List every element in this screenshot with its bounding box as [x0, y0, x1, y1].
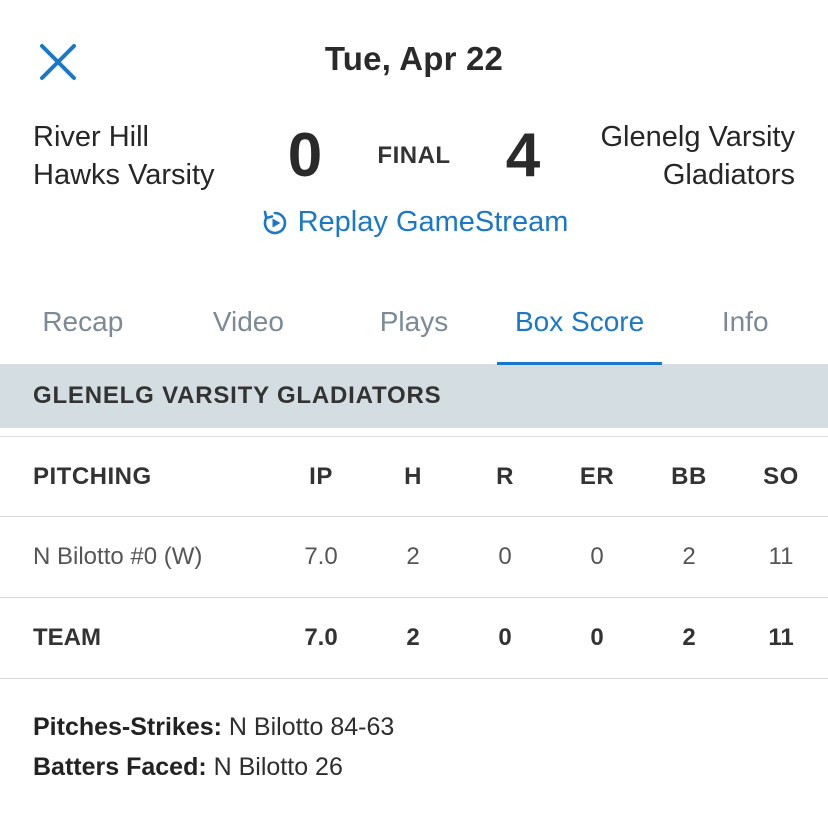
note-value: N Bilotto 84-63 [221, 713, 395, 741]
note-batters-faced: Batters Faced: N Bilotto 26 [33, 747, 394, 787]
team-h: 2 [406, 624, 420, 651]
team-section-header: GLENELG VARSITY GLADIATORS [0, 365, 828, 428]
cell-ip: 7.0 [304, 543, 338, 570]
team-label: TEAM [33, 624, 101, 651]
tab-box-score[interactable]: Box Score [496, 290, 663, 365]
tab-bar: Recap Video Plays Box Score Info [0, 290, 828, 365]
note-value: N Bilotto 26 [206, 753, 343, 781]
home-team-name[interactable]: Glenelg Varsity Gladiators [545, 118, 796, 194]
cell-r: 0 [498, 543, 512, 570]
column-header-bb: BB [671, 463, 707, 490]
away-team-name[interactable]: River Hill Hawks Varsity [33, 118, 258, 194]
column-header-pitching: PITCHING [33, 463, 152, 490]
tab-video[interactable]: Video [166, 290, 332, 364]
table-header-row: PITCHING IP H R ER BB SO [0, 437, 828, 517]
tab-info[interactable]: Info [662, 290, 828, 364]
home-team-line2: Gladiators [662, 159, 795, 191]
team-er: 0 [590, 624, 604, 651]
cell-so: 11 [768, 543, 794, 570]
player-name: N Bilotto #0 (W) [33, 543, 203, 570]
away-team-line2: Hawks Varsity [33, 159, 215, 191]
note-pitches-strikes: Pitches-Strikes: N Bilotto 84-63 [33, 707, 394, 747]
note-label: Pitches-Strikes: [33, 713, 222, 741]
away-team-line1: River Hill [33, 121, 149, 153]
replay-label: Replay GameStream [297, 206, 569, 238]
game-date: Tue, Apr 22 [324, 40, 504, 77]
team-bb: 2 [682, 624, 696, 651]
home-score: 4 [505, 121, 541, 190]
tab-plays[interactable]: Plays [331, 290, 497, 364]
replay-icon [260, 208, 290, 238]
team-so: 11 [768, 624, 794, 651]
pitching-notes: Pitches-Strikes: N Bilotto 84-63 Batters… [33, 707, 394, 787]
team-ip: 7.0 [304, 624, 338, 651]
table-row[interactable]: N Bilotto #0 (W) 7.0 2 0 0 2 11 [0, 517, 828, 598]
column-header-ip: IP [309, 463, 333, 490]
section-title: GLENELG VARSITY GLADIATORS [33, 382, 442, 409]
team-total-row: TEAM 7.0 2 0 0 2 11 [0, 598, 828, 679]
cell-er: 0 [590, 543, 604, 570]
away-score: 0 [287, 121, 323, 190]
replay-gamestream-link[interactable]: Replay GameStream [0, 206, 828, 246]
column-header-r: R [496, 463, 514, 490]
pitching-table: PITCHING IP H R ER BB SO N Bilotto #0 (W… [0, 437, 828, 679]
column-header-so: SO [763, 463, 799, 490]
game-status: FINAL [377, 142, 451, 169]
cell-bb: 2 [682, 543, 696, 570]
column-header-er: ER [579, 463, 615, 490]
cell-h: 2 [406, 543, 420, 570]
tab-recap[interactable]: Recap [0, 290, 166, 364]
home-team-line1: Glenelg Varsity [600, 121, 796, 153]
note-label: Batters Faced: [33, 753, 207, 781]
team-r: 0 [498, 624, 512, 651]
column-header-h: H [404, 463, 422, 490]
